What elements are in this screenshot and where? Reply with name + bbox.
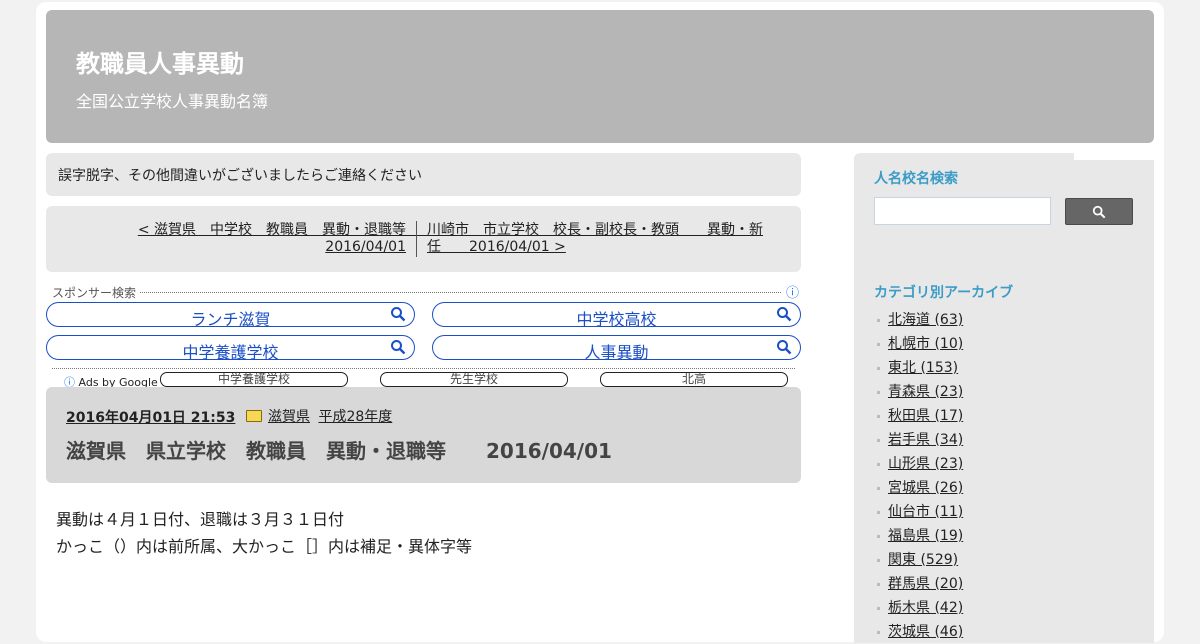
search-icon [777,307,792,322]
category-link[interactable]: 青森県 (23) [888,384,963,400]
category-link[interactable]: 茨城県 (46) [888,624,963,640]
ad-search-button[interactable]: ランチ滋賀 [46,302,415,329]
info-icon[interactable]: ⓘ [786,282,799,301]
post-categories: 滋賀県 平成28年度 [246,406,396,426]
ad-search-label: 中学養護学校 [182,343,279,362]
post-body: 異動は４月１日付、退職は３月３１日付 かっこ（）内は前所属、大かっこ［］内は補足… [56,506,472,560]
post-header: 2016年04月01日 21:53 滋賀県 平成28年度 滋賀県 県立学校 教職… [46,387,801,483]
category-link[interactable]: 滋賀県 [268,409,310,425]
post-paragraph: かっこ（）内は前所属、大かっこ［］内は補足・異体字等 [56,537,473,556]
ad-search-button[interactable]: 中学校高校 [432,302,801,329]
category-link[interactable]: 札幌市 (10) [888,336,963,352]
ad-search-button[interactable]: 中学養護学校 [46,335,415,362]
nav-divider [416,221,417,257]
category-link[interactable]: 群馬県 (20) [888,576,963,592]
list-item: 関東 (529) [874,548,963,572]
post-title: 滋賀県 県立学校 教職員 異動・退職等 2016/04/01 [66,439,612,463]
archive-heading: カテゴリ別アーカイブ [874,285,1014,301]
site-title[interactable]: 教職員人事異動 [76,44,244,79]
list-item: 札幌市 (10) [874,332,963,356]
category-link[interactable]: 東北 (153) [888,360,958,376]
category-link[interactable]: 秋田県 (17) [888,408,963,424]
list-item: 宮城県 (26) [874,476,963,500]
category-link[interactable]: 仙台市 (11) [888,504,963,520]
site-header: 教職員人事異動 全国公立学校人事異動名簿 [46,10,1154,143]
category-link[interactable]: 宮城県 (26) [888,480,963,496]
related-link[interactable]: 先生学校 [380,372,568,387]
post-navigation: < 滋賀県 中学校 教職員 異動・退職等 2016/04/01 川崎市 市立学校… [46,206,801,272]
list-item: 山形県 (23) [874,452,963,476]
related-link[interactable]: 北高 [600,372,788,387]
category-link[interactable]: 岩手県 (34) [888,432,963,448]
prev-post-link[interactable]: < 滋賀県 中学校 教職員 異動・退職等 2016/04/01 [66,222,434,256]
list-item: 群馬県 (20) [874,572,963,596]
list-item: 青森県 (23) [874,380,963,404]
related-link[interactable]: 中学養護学校 [160,372,348,387]
search-icon [391,307,406,322]
list-item: 秋田県 (17) [874,404,963,428]
list-item: 茨城県 (46) [874,620,963,644]
category-link[interactable]: 栃木県 (42) [888,600,963,616]
list-item: 仙台市 (11) [874,500,963,524]
ads-footer: ⓘ Ads by Google 中学養護学校 先生学校 北高 [52,368,795,389]
search-icon [777,340,792,355]
list-item: 栃木県 (42) [874,596,963,620]
post-date[interactable]: 2016年04月01日 21:53 [66,407,235,427]
category-link[interactable]: 北海道 (63) [888,312,963,328]
list-item: 岩手県 (34) [874,428,963,452]
ad-search-label: ランチ滋賀 [190,310,271,329]
list-item: 北海道 (63) [874,308,963,332]
site-description: 全国公立学校人事異動名簿 [76,92,269,111]
sidebar-notch [1074,153,1154,160]
category-link[interactable]: 関東 (529) [888,552,958,568]
search-icon [1092,205,1106,219]
notice-box: 誤字脱字、その他間違いがございましたらご連絡ください [46,153,801,196]
category-link[interactable]: 山形県 (23) [888,456,963,472]
sponsor-search-header: スポンサー検索 ⓘ [52,282,801,301]
category-link[interactable]: 平成28年度 [318,409,392,425]
search-heading: 人名校名検索 [874,171,958,187]
ad-search-label: 中学校高校 [576,310,657,329]
sponsor-search-label: スポンサー検索 [52,284,143,301]
sidebar: 人名校名検索 カテゴリ別アーカイブ 北海道 (63) 札幌市 (10) 東北 (… [854,153,1154,643]
category-list: 北海道 (63) 札幌市 (10) 東北 (153) 青森県 (23) 秋田県 … [874,308,963,644]
search-input[interactable] [874,197,1051,225]
dotted-divider [140,292,781,293]
list-item: 福島県 (19) [874,524,963,548]
ad-search-button[interactable]: 人事異動 [432,335,801,362]
list-item: 東北 (153) [874,356,963,380]
search-button[interactable] [1065,198,1133,225]
category-link[interactable]: 福島県 (19) [888,528,963,544]
notice-text: 誤字脱字、その他間違いがございましたらご連絡ください [58,168,422,184]
post-paragraph: 異動は４月１日付、退職は３月３１日付 [56,510,345,529]
next-post-link[interactable]: 川崎市 市立学校 校長・副校長・教頭 異動・新任 2016/04/01 > [427,222,772,256]
search-icon [391,340,406,355]
ad-search-label: 人事異動 [584,343,649,362]
folder-icon [246,410,262,422]
